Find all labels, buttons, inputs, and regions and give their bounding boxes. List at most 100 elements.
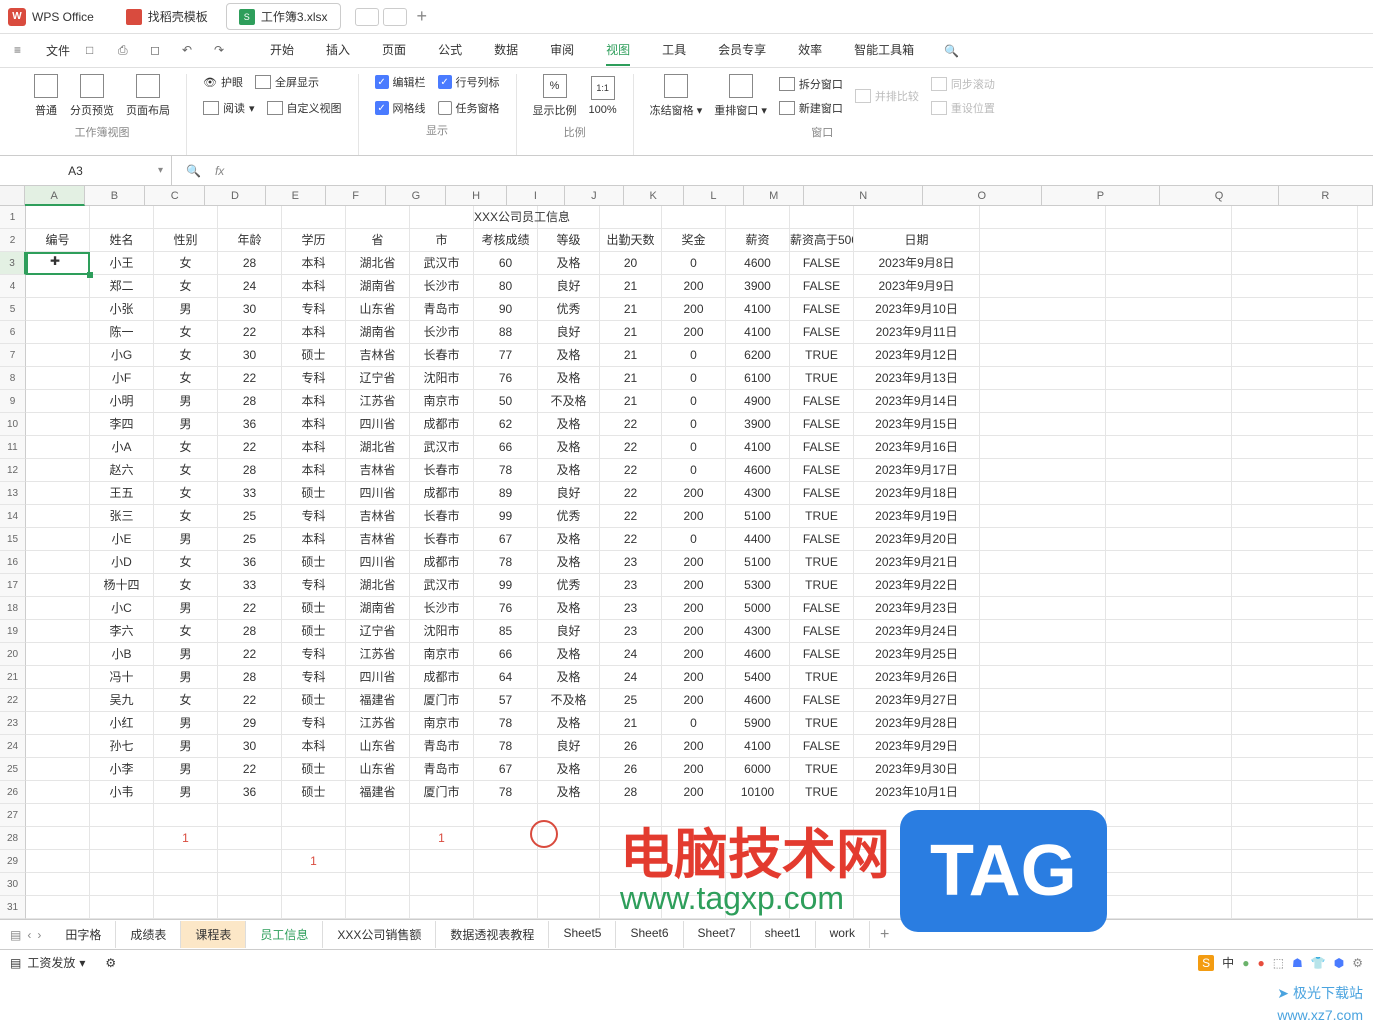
cell-L23[interactable]: 5900 xyxy=(726,712,790,735)
cell-R30[interactable] xyxy=(1358,873,1373,896)
cell-R31[interactable] xyxy=(1358,896,1373,919)
cell-D22[interactable]: 22 xyxy=(218,689,282,712)
menu-tab-开始[interactable]: 开始 xyxy=(270,35,294,66)
cell-N19[interactable]: 2023年9月24日 xyxy=(854,620,980,643)
cell-J5[interactable]: 21 xyxy=(600,298,662,321)
cell-C5[interactable]: 男 xyxy=(154,298,218,321)
row-header-27[interactable]: 27 xyxy=(0,804,26,827)
cell-E12[interactable]: 本科 xyxy=(282,459,346,482)
cell-G21[interactable]: 成都市 xyxy=(410,666,474,689)
cell-B24[interactable]: 孙七 xyxy=(90,735,154,758)
tab-close-icon[interactable] xyxy=(383,8,407,26)
cell-I10[interactable]: 及格 xyxy=(538,413,600,436)
cell-M19[interactable]: FALSE xyxy=(790,620,854,643)
cell-Q22[interactable] xyxy=(1232,689,1358,712)
cell-Q26[interactable] xyxy=(1232,781,1358,804)
cell-I31[interactable] xyxy=(538,896,600,919)
cell-P20[interactable] xyxy=(1106,643,1232,666)
cell-H24[interactable]: 78 xyxy=(474,735,538,758)
cell-I18[interactable]: 及格 xyxy=(538,597,600,620)
col-header-I[interactable]: I xyxy=(507,186,565,206)
cell-P3[interactable] xyxy=(1106,252,1232,275)
cell-B13[interactable]: 王五 xyxy=(90,482,154,505)
cell-F1[interactable] xyxy=(346,206,410,229)
print-icon[interactable]: ⎙ xyxy=(118,43,134,59)
cell-G12[interactable]: 长春市 xyxy=(410,459,474,482)
cell-C16[interactable]: 女 xyxy=(154,551,218,574)
sheet-tab-成绩表[interactable]: 成绩表 xyxy=(116,921,181,948)
cell-P16[interactable] xyxy=(1106,551,1232,574)
cell-F20[interactable]: 江苏省 xyxy=(346,643,410,666)
sheet-tab-XXX公司销售额[interactable]: XXX公司销售额 xyxy=(323,921,436,948)
row-header-24[interactable]: 24 xyxy=(0,735,26,758)
cell-O25[interactable] xyxy=(980,758,1106,781)
cell-J6[interactable]: 21 xyxy=(600,321,662,344)
cell-I5[interactable]: 优秀 xyxy=(538,298,600,321)
search-icon[interactable]: 🔍 xyxy=(944,44,959,58)
cell-H27[interactable] xyxy=(474,804,538,827)
cell-N29[interactable] xyxy=(854,850,980,873)
cell-F27[interactable] xyxy=(346,804,410,827)
cell-J11[interactable]: 22 xyxy=(600,436,662,459)
cell-P13[interactable] xyxy=(1106,482,1232,505)
cell-K12[interactable]: 0 xyxy=(662,459,726,482)
cell-I8[interactable]: 及格 xyxy=(538,367,600,390)
cell-Q6[interactable] xyxy=(1232,321,1358,344)
row-header-26[interactable]: 26 xyxy=(0,781,26,804)
cell-B16[interactable]: 小D xyxy=(90,551,154,574)
cell-Q24[interactable] xyxy=(1232,735,1358,758)
row-header-11[interactable]: 11 xyxy=(0,436,26,459)
cell-J8[interactable]: 21 xyxy=(600,367,662,390)
cell-P11[interactable] xyxy=(1106,436,1232,459)
cell-Q9[interactable] xyxy=(1232,390,1358,413)
cell-E25[interactable]: 硕士 xyxy=(282,758,346,781)
tab-minimize-icon[interactable] xyxy=(355,8,379,26)
cell-N12[interactable]: 2023年9月17日 xyxy=(854,459,980,482)
cell-A22[interactable] xyxy=(26,689,90,712)
save-icon[interactable]: □ xyxy=(86,43,102,59)
menu-tab-视图[interactable]: 视图 xyxy=(606,35,630,66)
cell-I4[interactable]: 良好 xyxy=(538,275,600,298)
cell-D27[interactable] xyxy=(218,804,282,827)
cell-Q29[interactable] xyxy=(1232,850,1358,873)
cell-E29[interactable]: 1 xyxy=(282,850,346,873)
cell-G2[interactable]: 市 xyxy=(410,229,474,252)
cell-F31[interactable] xyxy=(346,896,410,919)
cell-P2[interactable] xyxy=(1106,229,1232,252)
tray-icon[interactable]: ⬚ xyxy=(1273,956,1284,970)
cell-C22[interactable]: 女 xyxy=(154,689,218,712)
cell-F5[interactable]: 山东省 xyxy=(346,298,410,321)
cell-A5[interactable] xyxy=(26,298,90,321)
cell-F18[interactable]: 湖南省 xyxy=(346,597,410,620)
cell-I21[interactable]: 及格 xyxy=(538,666,600,689)
cell-B25[interactable]: 小李 xyxy=(90,758,154,781)
cell-C26[interactable]: 男 xyxy=(154,781,218,804)
cell-F14[interactable]: 吉林省 xyxy=(346,505,410,528)
cell-O6[interactable] xyxy=(980,321,1106,344)
row-header-29[interactable]: 29 xyxy=(0,850,26,873)
cell-P4[interactable] xyxy=(1106,275,1232,298)
cell-O8[interactable] xyxy=(980,367,1106,390)
cell-N4[interactable]: 2023年9月9日 xyxy=(854,275,980,298)
cell-B1[interactable] xyxy=(90,206,154,229)
cell-N11[interactable]: 2023年9月16日 xyxy=(854,436,980,459)
cell-H25[interactable]: 67 xyxy=(474,758,538,781)
cell-A23[interactable] xyxy=(26,712,90,735)
cell-F12[interactable]: 吉林省 xyxy=(346,459,410,482)
cell-B5[interactable]: 小张 xyxy=(90,298,154,321)
cell-I22[interactable]: 不及格 xyxy=(538,689,600,712)
cell-B14[interactable]: 张三 xyxy=(90,505,154,528)
cell-K19[interactable]: 200 xyxy=(662,620,726,643)
cell-A26[interactable] xyxy=(26,781,90,804)
row-header-16[interactable]: 16 xyxy=(0,551,26,574)
cell-R25[interactable] xyxy=(1358,758,1373,781)
cell-O7[interactable] xyxy=(980,344,1106,367)
cell-D24[interactable]: 30 xyxy=(218,735,282,758)
cell-E30[interactable] xyxy=(282,873,346,896)
col-header-E[interactable]: E xyxy=(266,186,326,206)
row-header-2[interactable]: 2 xyxy=(0,229,26,252)
cell-A18[interactable] xyxy=(26,597,90,620)
cell-N8[interactable]: 2023年9月13日 xyxy=(854,367,980,390)
cell-P26[interactable] xyxy=(1106,781,1232,804)
cell-O29[interactable] xyxy=(980,850,1106,873)
